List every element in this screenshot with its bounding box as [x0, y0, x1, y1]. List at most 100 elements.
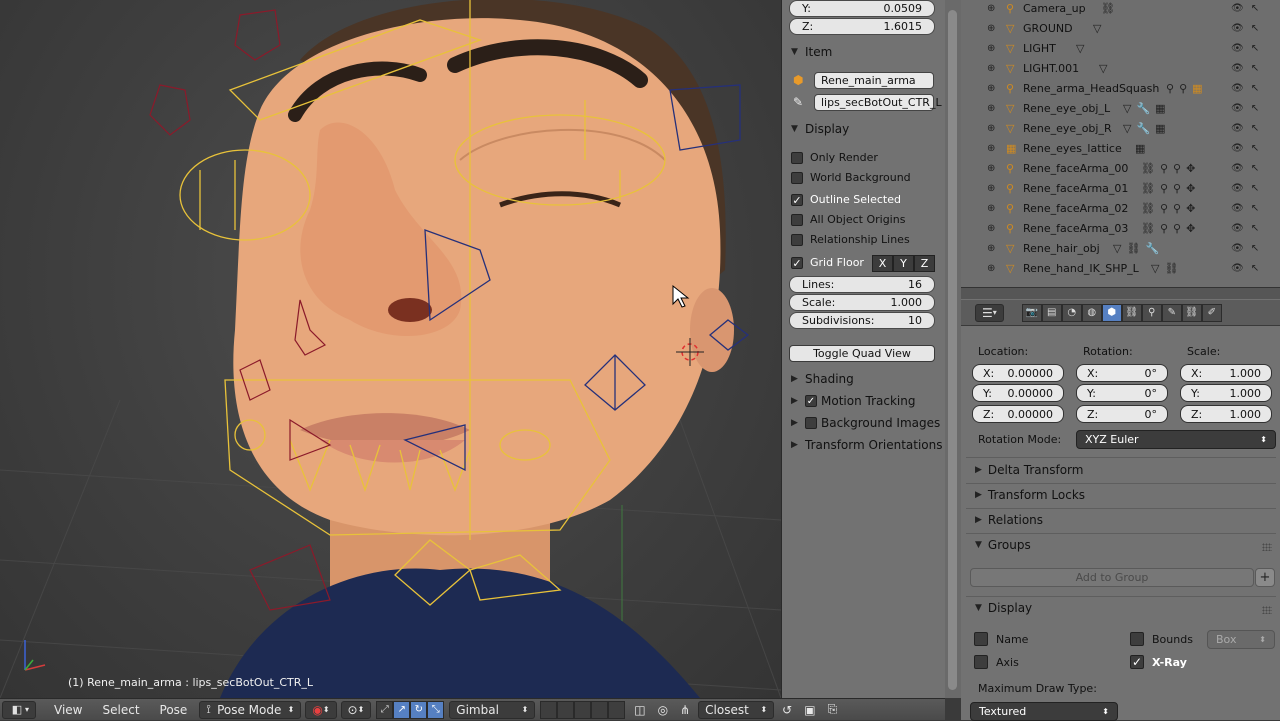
- display-panel-header[interactable]: ▼ Display: [791, 122, 849, 136]
- grid-scale-field[interactable]: Scale: 1.000: [789, 294, 935, 311]
- scale-manipulator-icon[interactable]: ⤡: [427, 700, 445, 719]
- plus-icon[interactable]: +: [1255, 568, 1275, 587]
- outliner-row[interactable]: ⊕ ▽ Rene_hair_obj ▽ ⛓ 🔧 👁 ↖: [961, 238, 1280, 258]
- world-background-checkbox[interactable]: World Background: [791, 171, 911, 184]
- cursor-icon[interactable]: ↖: [1251, 223, 1259, 234]
- render-icon[interactable]: ▣: [798, 701, 821, 719]
- expand-plus-icon[interactable]: ⊕: [987, 3, 995, 14]
- outliner-row[interactable]: ⊕ ⚲ Rene_faceArma_03 ⛓ ⚲ ⚲ ✥ 👁 ↖: [961, 218, 1280, 238]
- transform-orientations-panel-header[interactable]: ▶ Transform Orientations: [791, 438, 943, 452]
- scene-tab-icon[interactable]: ◔: [1061, 303, 1082, 322]
- outliner-row[interactable]: ⊕ ▽ Rene_hand_IK_SHP_L ▽ ⛓ 👁 ↖: [961, 258, 1280, 278]
- location-y-field[interactable]: Y: 0.00000: [972, 384, 1064, 402]
- rotation-x-field[interactable]: X: 0°: [1076, 364, 1168, 382]
- eye-icon[interactable]: 👁: [1231, 43, 1244, 54]
- bone-constraints-tab-icon[interactable]: ⛓: [1181, 303, 1202, 322]
- expand-plus-icon[interactable]: ⊕: [987, 183, 995, 194]
- expand-plus-icon[interactable]: ⊕: [987, 83, 995, 94]
- background-images-panel-header[interactable]: ▶ Background Images: [791, 416, 940, 430]
- view-menu[interactable]: View: [48, 701, 88, 719]
- axis-x-button[interactable]: X: [872, 255, 893, 272]
- delta-transform-panel-header[interactable]: ▶ Delta Transform: [975, 463, 1083, 477]
- object-name-field[interactable]: Rene_main_arma: [814, 72, 934, 89]
- eye-icon[interactable]: 👁: [1231, 163, 1244, 174]
- outliner-row[interactable]: ⊕ ▽ Rene_eye_obj_R ▽ 🔧 ▦ 👁 ↖: [961, 118, 1280, 138]
- xray-checkbox[interactable]: ✓ X-Ray: [1130, 655, 1187, 669]
- outliner-row[interactable]: ⊕ ⚲ Rene_arma_HeadSquash ⚲ ⚲ ▦ 👁 ↖: [961, 78, 1280, 98]
- eye-icon[interactable]: 👁: [1231, 103, 1244, 114]
- layer-button[interactable]: [557, 700, 575, 719]
- outliner-row[interactable]: ⊕ ⚲ Rene_faceArma_01 ⛓ ⚲ ⚲ ✥ 👁 ↖: [961, 178, 1280, 198]
- mode-selector[interactable]: ⟟ Pose Mode ⬍: [199, 700, 302, 719]
- all-object-origins-checkbox[interactable]: All Object Origins: [791, 213, 905, 226]
- eye-icon[interactable]: 👁: [1231, 123, 1244, 134]
- check-icon[interactable]: ✓: [805, 395, 817, 407]
- outliner-row[interactable]: ⊕ ▽ Rene_eye_obj_L ▽ 🔧 ▦ 👁 ↖: [961, 98, 1280, 118]
- constraints-tab-icon[interactable]: ⛓: [1121, 303, 1142, 322]
- expand-plus-icon[interactable]: ⊕: [987, 143, 995, 154]
- bone-tab-icon[interactable]: ✎: [1161, 303, 1182, 322]
- location-z-field[interactable]: Z: 0.00000: [972, 405, 1064, 423]
- object-tab-icon[interactable]: ⬢: [1101, 303, 1122, 322]
- cursor-icon[interactable]: ↖: [1251, 83, 1259, 94]
- eye-icon[interactable]: 👁: [1231, 63, 1244, 74]
- data-tab-icon[interactable]: ⚲: [1141, 303, 1162, 322]
- motion-tracking-panel-header[interactable]: ▶ ✓ Motion Tracking: [791, 394, 915, 408]
- eye-icon[interactable]: 👁: [1231, 3, 1244, 14]
- pose-menu[interactable]: Pose: [154, 701, 194, 719]
- expand-plus-icon[interactable]: ⊕: [987, 123, 995, 134]
- rotation-z-field[interactable]: Z: 0°: [1076, 405, 1168, 423]
- panel-grip-icon[interactable]: [1262, 543, 1272, 551]
- maximum-draw-type-select[interactable]: Textured ⬍: [970, 702, 1118, 721]
- eye-icon[interactable]: 👁: [1231, 83, 1244, 94]
- copy-pose-icon[interactable]: ⎘: [822, 701, 844, 719]
- editor-divider[interactable]: [961, 287, 1280, 299]
- scale-y-field[interactable]: Y: 1.000: [1180, 384, 1272, 402]
- expand-plus-icon[interactable]: ⊕: [987, 223, 995, 234]
- cursor-icon[interactable]: ↖: [1251, 143, 1259, 154]
- cursor-icon[interactable]: ↖: [1251, 123, 1259, 134]
- eye-icon[interactable]: 👁: [1231, 183, 1244, 194]
- axis-z-button[interactable]: Z: [914, 255, 935, 272]
- align-rotation-icon[interactable]: ↺: [776, 701, 798, 719]
- cursor-icon[interactable]: ↖: [1251, 243, 1259, 254]
- object-display-panel-header[interactable]: ▼ Display: [975, 601, 1032, 615]
- show-name-checkbox[interactable]: Name: [974, 632, 1028, 646]
- outliner-row[interactable]: ⊕ ⚲ Rene_faceArma_00 ⛓ ⚲ ⚲ ✥ 👁 ↖: [961, 158, 1280, 178]
- expand-plus-icon[interactable]: ⊕: [987, 163, 995, 174]
- scale-z-field[interactable]: Z: 1.000: [1180, 405, 1272, 423]
- eye-icon[interactable]: 👁: [1231, 23, 1244, 34]
- outliner-row[interactable]: ⊕ ▽ GROUND ▽ 👁 ↖: [961, 18, 1280, 38]
- expand-plus-icon[interactable]: ⊕: [987, 203, 995, 214]
- relationship-lines-checkbox[interactable]: Relationship Lines: [791, 233, 910, 246]
- eye-icon[interactable]: 👁: [1231, 263, 1244, 274]
- viewport-shading-selector[interactable]: ◉ ⬍: [305, 700, 337, 719]
- expand-plus-icon[interactable]: ⊕: [987, 43, 995, 54]
- expand-plus-icon[interactable]: ⊕: [987, 23, 995, 34]
- add-to-group-button[interactable]: Add to Group: [970, 568, 1254, 587]
- editor-type-menu[interactable]: ☰ ▾: [975, 303, 1004, 322]
- world-tab-icon[interactable]: ◍: [1081, 303, 1102, 322]
- manipulator-toggle-icon[interactable]: ⤢: [376, 700, 394, 719]
- cursor-icon[interactable]: ↖: [1251, 263, 1259, 274]
- expand-plus-icon[interactable]: ⊕: [987, 263, 995, 274]
- outliner-row[interactable]: ⊕ ▽ LIGHT ▽ 👁 ↖: [961, 38, 1280, 58]
- shading-panel-header[interactable]: ▶ Shading: [791, 372, 854, 386]
- transform-orientation-selector[interactable]: Gimbal ⬍: [449, 700, 536, 719]
- toggle-quad-view-button[interactable]: Toggle Quad View: [789, 345, 935, 362]
- show-bounds-checkbox[interactable]: Bounds: [1130, 632, 1193, 646]
- layer-button[interactable]: [540, 700, 558, 719]
- groups-panel-header[interactable]: ▼ Groups: [975, 538, 1031, 552]
- editor-type-menu[interactable]: ◧ ▾: [2, 700, 37, 719]
- eye-icon[interactable]: 👁: [1231, 143, 1244, 154]
- lock-icon[interactable]: ◫: [628, 701, 651, 719]
- rotate-manipulator-icon[interactable]: ↻: [410, 700, 428, 719]
- bounds-type-select[interactable]: Box ⬍: [1207, 630, 1275, 649]
- only-render-checkbox[interactable]: Only Render: [791, 151, 878, 164]
- cursor-icon[interactable]: ↖: [1251, 183, 1259, 194]
- layer-button[interactable]: [591, 700, 609, 719]
- cursor-icon[interactable]: ↖: [1251, 63, 1259, 74]
- outliner-row[interactable]: ⊕ ▦ Rene_eyes_lattice ▦ 👁 ↖: [961, 138, 1280, 158]
- translate-manipulator-icon[interactable]: ↗: [393, 700, 411, 719]
- panel-grip-icon[interactable]: [1262, 606, 1272, 614]
